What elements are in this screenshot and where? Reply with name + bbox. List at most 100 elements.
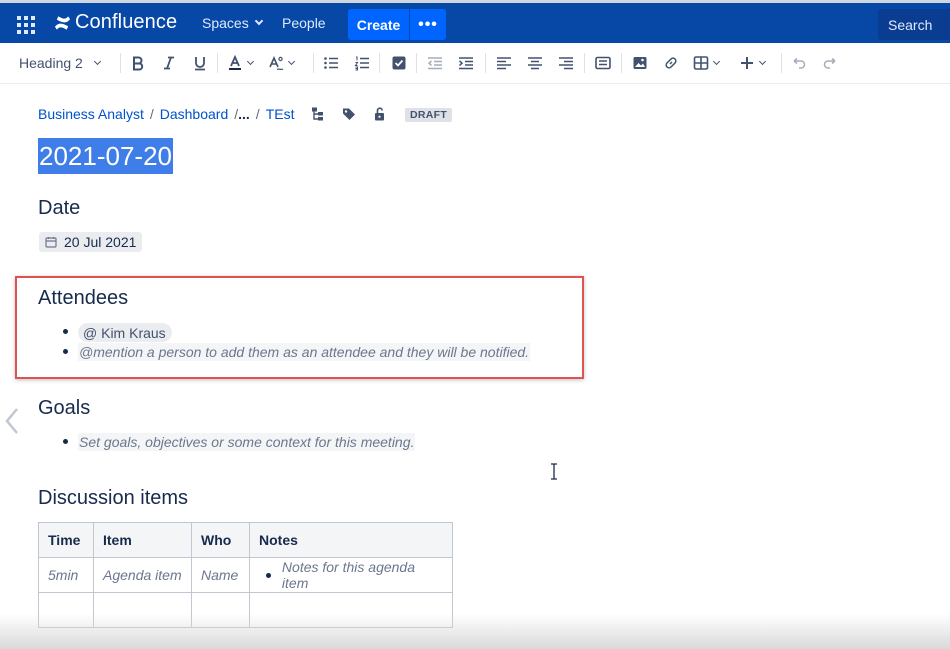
table-cell-who[interactable]: Name (191, 557, 250, 593)
outdent-icon (427, 57, 442, 70)
text-cursor-icon (551, 463, 557, 480)
bold-icon (133, 56, 144, 71)
page-layout-icon (595, 56, 611, 70)
attendees-heading: Attendees (38, 287, 129, 309)
discussion-table: Time Item Who Notes 5min Agenda item Nam… (38, 522, 453, 628)
column-header-item[interactable]: Item (93, 522, 192, 558)
create-button[interactable]: Create (348, 9, 409, 40)
column-header-notes[interactable]: Notes (249, 522, 453, 558)
goals-placeholder[interactable]: Set goals, objectives or some context fo… (78, 433, 416, 451)
numbered-list-button[interactable] (354, 52, 370, 74)
toolbar-divider (313, 53, 314, 73)
spaces-label: Spaces (202, 15, 249, 31)
app-name: Confluence (75, 11, 178, 33)
numbered-list-icon (354, 56, 369, 71)
bullet-list-button[interactable] (323, 52, 339, 74)
breadcrumb-item-test[interactable]: TEst (266, 106, 295, 122)
status-badge: DRAFT (405, 108, 453, 122)
redo-icon (823, 57, 836, 69)
more-formatting-button[interactable] (268, 52, 302, 74)
toolbar-divider (485, 53, 486, 73)
table-icon (693, 56, 709, 70)
labels-button[interactable] (342, 107, 356, 121)
date-lozenge[interactable]: 20 Jul 2021 (39, 232, 143, 252)
chevron-down-icon (712, 57, 721, 66)
date-value: 20 Jul 2021 (64, 234, 137, 250)
insert-link-button[interactable] (663, 52, 679, 74)
page-tree-button[interactable] (311, 107, 325, 121)
table-cell-item[interactable]: Agenda item (93, 557, 192, 593)
toolbar-divider (379, 53, 380, 73)
italic-icon (164, 56, 174, 70)
restrictions-button[interactable] (373, 107, 387, 121)
bold-button[interactable] (130, 52, 146, 74)
confluence-logo-icon (54, 15, 71, 30)
undo-icon (793, 57, 806, 69)
breadcrumb-separator: / (149, 106, 154, 122)
editor-toolbar: Heading 2 (0, 43, 950, 84)
chevron-left-icon[interactable] (5, 408, 19, 434)
align-right-button[interactable] (558, 52, 574, 74)
align-right-icon (559, 57, 573, 70)
align-center-button[interactable] (527, 52, 543, 74)
page-layout-button[interactable] (594, 52, 612, 74)
outdent-button[interactable] (427, 52, 443, 74)
notes-list-item: Notes for this agenda item (259, 559, 443, 591)
toolbar-divider (621, 53, 622, 73)
app-switcher-icon[interactable] (17, 16, 35, 34)
insert-image-button[interactable] (632, 52, 648, 74)
unlock-icon (375, 107, 384, 121)
text-color-button[interactable] (227, 52, 261, 74)
chevron-down-icon (246, 57, 255, 66)
toolbar-divider (120, 53, 121, 73)
text-style-dropdown[interactable]: Heading 2 (19, 52, 101, 74)
undo-button[interactable] (791, 52, 807, 74)
breadcrumb-ellipsis[interactable]: ... (238, 106, 250, 122)
chevron-down-icon (93, 57, 101, 66)
people-label: People (282, 15, 326, 31)
discussion-heading: Discussion items (38, 487, 189, 509)
breadcrumb-item-dashboard[interactable]: Dashboard (160, 106, 229, 122)
user-mention[interactable]: @ Kim Kraus (78, 323, 172, 342)
date-heading: Date (38, 197, 81, 219)
bullet-list-icon (324, 57, 338, 69)
table-cell-notes[interactable]: Notes for this agenda item (249, 557, 453, 593)
search-button[interactable]: Search (878, 9, 950, 40)
insert-more-button[interactable] (739, 52, 771, 74)
spaces-menu[interactable]: Spaces (202, 15, 263, 31)
align-center-icon (528, 57, 542, 70)
column-header-time[interactable]: Time (38, 522, 94, 558)
underline-icon (195, 57, 205, 71)
people-link[interactable]: People (282, 15, 326, 31)
column-header-who[interactable]: Who (191, 522, 250, 558)
top-navigation-bar: Confluence Spaces People Create ••• Sear… (0, 0, 950, 43)
confluence-logo[interactable]: Confluence (54, 11, 177, 34)
toolbar-divider (416, 53, 417, 73)
task-list-icon (392, 56, 406, 70)
redo-button[interactable] (822, 52, 838, 74)
toolbar-divider (217, 53, 218, 73)
chevron-down-icon (254, 16, 263, 26)
list-bullet (63, 329, 68, 334)
table-cell-time[interactable]: 5min (38, 557, 94, 593)
italic-button[interactable] (161, 52, 177, 74)
list-bullet (266, 572, 271, 578)
task-list-button[interactable] (391, 52, 407, 74)
toolbar-divider (781, 53, 782, 73)
indent-button[interactable] (458, 52, 474, 74)
image-icon (633, 57, 647, 69)
breadcrumb-item-business-analyst[interactable]: Business Analyst (38, 106, 144, 122)
text-formatting-icon (269, 56, 284, 71)
table-row: 5min Agenda item Name Notes for this age… (38, 557, 453, 593)
page-title[interactable]: 2021-07-20 (38, 138, 173, 174)
create-more-button[interactable]: ••• (410, 9, 446, 40)
attendees-placeholder[interactable]: @mention a person to add them as an atte… (78, 343, 531, 361)
insert-table-button[interactable] (693, 52, 725, 74)
underline-button[interactable] (192, 52, 208, 74)
chevron-down-icon (287, 57, 296, 66)
breadcrumb: Business Analyst / Dashboard / ... / TEs… (38, 106, 294, 122)
goals-heading: Goals (38, 397, 91, 419)
align-left-button[interactable] (496, 52, 512, 74)
text-color-icon (229, 55, 241, 70)
page-tree-icon (312, 107, 323, 121)
